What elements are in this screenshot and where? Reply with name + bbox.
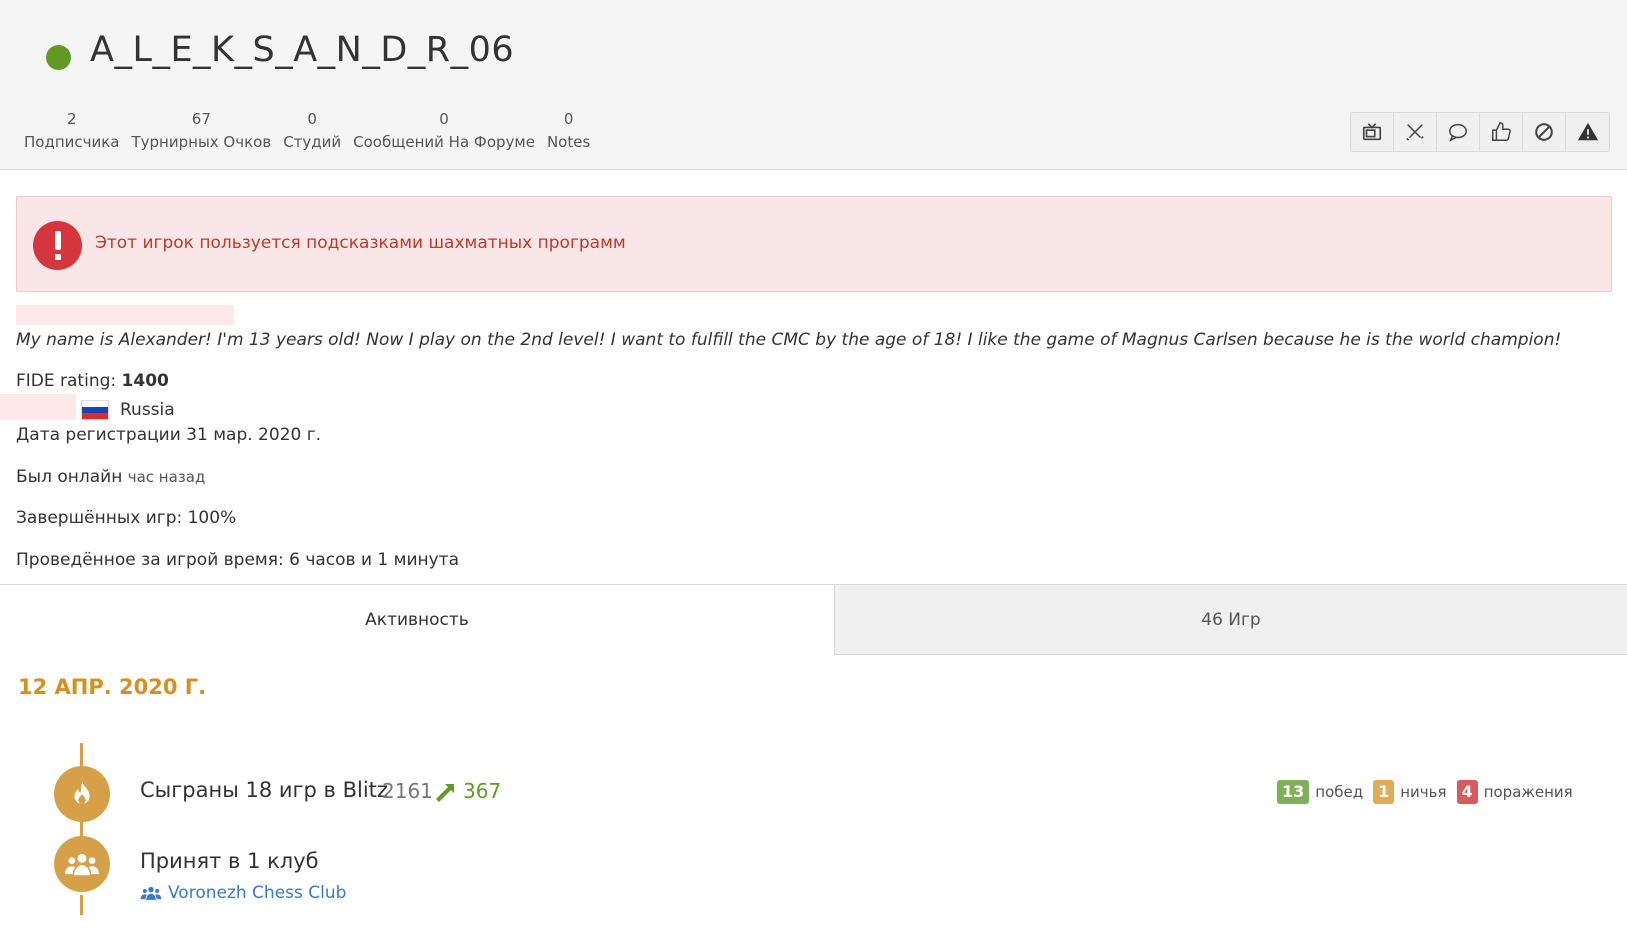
stat-number: 0 bbox=[563, 110, 574, 128]
stat-label: Notes bbox=[546, 133, 591, 151]
message-icon bbox=[1449, 123, 1467, 142]
last-online-label: Был онлайн bbox=[16, 467, 128, 487]
exclamation-icon bbox=[33, 221, 82, 270]
rating-diff: 367 bbox=[463, 779, 502, 803]
tv-icon bbox=[1362, 123, 1382, 141]
club-name: Voronezh Chess Club bbox=[168, 883, 347, 903]
group-icon bbox=[54, 836, 110, 892]
profile-tabs: Активность 46 Игр bbox=[0, 584, 1627, 655]
stat-label: Сообщений На Форуме bbox=[353, 133, 535, 151]
users-icon bbox=[140, 886, 162, 900]
activity-date: 12 АПР. 2020 Г. bbox=[18, 675, 207, 699]
games-played-title: Сыграны 18 игр в Blitz bbox=[140, 778, 388, 802]
profile-stats: 2 Подписчика 67 Турнирных Очков 0 Студий… bbox=[18, 108, 596, 154]
stat-number: 67 bbox=[191, 110, 211, 128]
club-link[interactable]: Voronezh Chess Club bbox=[140, 883, 346, 903]
watch-tv-button[interactable] bbox=[1351, 113, 1394, 151]
stat-studies[interactable]: 0 Студий bbox=[277, 108, 347, 154]
profile-bio: My name is Alexander! I'm 13 years old! … bbox=[16, 330, 1562, 350]
club-joined-title: Принят в 1 клуб bbox=[140, 849, 319, 873]
fide-value: 1400 bbox=[121, 371, 169, 391]
wins-label: побед bbox=[1315, 783, 1364, 801]
profile-header: A_L_E_K_S_A_N_D_R_06 2 Подписчика 67 Тур… bbox=[0, 0, 1627, 170]
report-button[interactable] bbox=[1566, 113, 1609, 151]
stat-followers[interactable]: 2 Подписчика bbox=[18, 108, 126, 154]
warning-icon bbox=[1577, 122, 1598, 141]
timeline-line bbox=[80, 895, 83, 915]
stat-label: Студий bbox=[283, 133, 342, 151]
swords-icon bbox=[1406, 124, 1424, 141]
stat-tournament-points[interactable]: 67 Турнирных Очков bbox=[126, 108, 278, 154]
block-icon bbox=[1535, 123, 1553, 141]
alert-text: Этот игрок пользуется подсказками шахмат… bbox=[95, 233, 626, 253]
game-results: 13 побед 1 ничья 4 поражения bbox=[1277, 780, 1583, 804]
stat-label: Подписчика bbox=[24, 133, 120, 151]
thumbs-up-icon bbox=[1492, 122, 1511, 141]
losses-label: поражения bbox=[1483, 783, 1573, 801]
fire-icon bbox=[54, 766, 110, 822]
redacted-area bbox=[16, 305, 234, 325]
redacted-area bbox=[0, 394, 76, 420]
tab-games[interactable]: 46 Игр bbox=[835, 585, 1627, 655]
blitz-rating: 2161 bbox=[382, 779, 433, 803]
stat-number: 2 bbox=[66, 110, 77, 128]
time-played: Проведённое за игрой время: 6 часов и 1 … bbox=[16, 550, 459, 570]
stat-label: Турнирных Очков bbox=[131, 133, 272, 151]
send-message-button[interactable] bbox=[1437, 113, 1480, 151]
last-online: Был онлайн час назад bbox=[16, 467, 205, 487]
stat-number: 0 bbox=[307, 110, 317, 128]
stat-notes[interactable]: 0 Notes bbox=[541, 108, 596, 154]
block-button[interactable] bbox=[1523, 113, 1566, 151]
country-name: Russia bbox=[120, 400, 175, 420]
tab-activity[interactable]: Активность bbox=[0, 585, 835, 655]
draws-label: ничья bbox=[1400, 783, 1447, 801]
profile-actions bbox=[1350, 112, 1610, 152]
online-status-dot bbox=[46, 45, 71, 70]
registration-date: Дата регистрации 31 мар. 2020 г. bbox=[16, 425, 322, 445]
stat-forum-posts[interactable]: 0 Сообщений На Форуме bbox=[347, 108, 541, 154]
username: A_L_E_K_S_A_N_D_R_06 bbox=[90, 30, 515, 70]
wins-badge: 13 bbox=[1277, 780, 1310, 804]
arrow-up-icon bbox=[436, 784, 454, 802]
follow-button[interactable] bbox=[1480, 113, 1523, 151]
draws-badge: 1 bbox=[1373, 780, 1395, 804]
fide-rating: FIDE rating: 1400 bbox=[16, 371, 169, 391]
engine-warning-alert: Этот игрок пользуется подсказками шахмат… bbox=[16, 196, 1612, 292]
timeline-line bbox=[80, 743, 83, 767]
completed-games: Завершённых игр: 100% bbox=[16, 508, 237, 528]
russia-flag-icon bbox=[81, 400, 109, 420]
stat-number: 0 bbox=[439, 110, 449, 128]
challenge-button[interactable] bbox=[1394, 113, 1437, 151]
last-online-value: час назад bbox=[127, 468, 206, 486]
losses-badge: 4 bbox=[1456, 780, 1478, 804]
fide-label: FIDE rating: bbox=[16, 371, 122, 391]
timeline-line bbox=[80, 822, 83, 836]
